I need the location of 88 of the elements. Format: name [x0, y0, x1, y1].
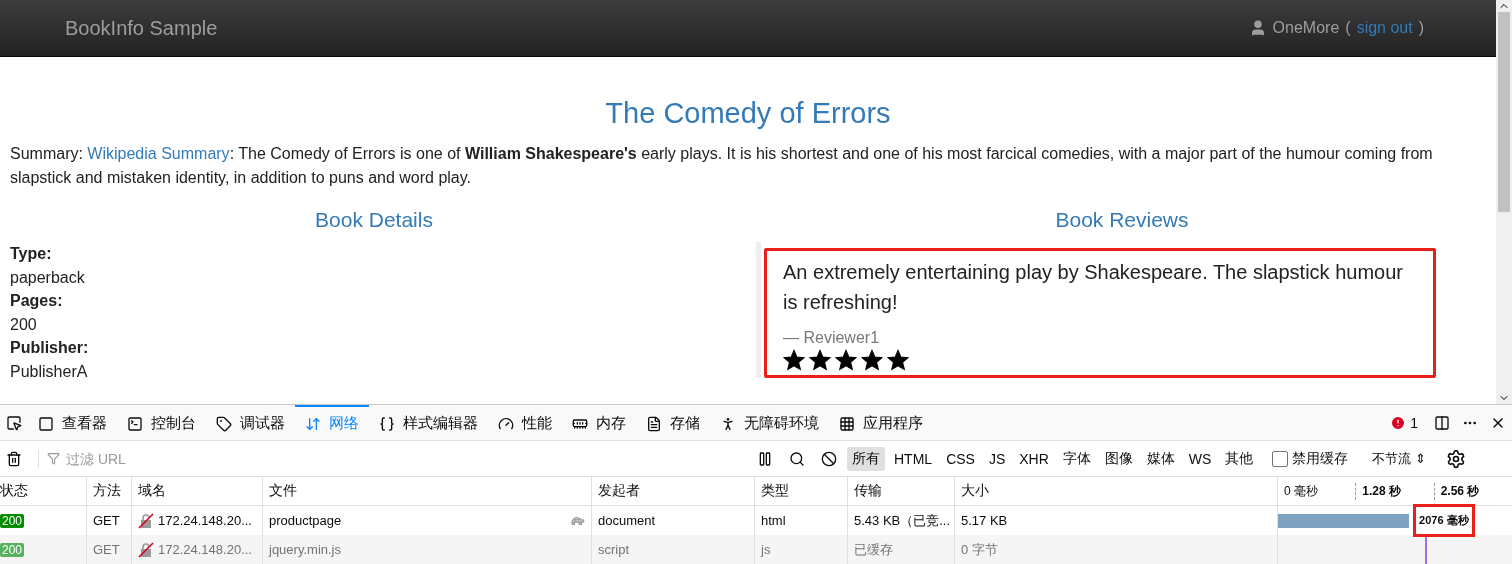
devtools-tab[interactable]: 样式编辑器 [369, 405, 488, 440]
settings-icon[interactable] [1446, 448, 1466, 469]
table-cell: 0 字节 [961, 540, 998, 559]
devtools-tab[interactable]: 性能 [488, 405, 562, 440]
insecure-lock-icon [138, 512, 154, 529]
star-icon [861, 349, 883, 371]
user-name: OneMore [1272, 19, 1340, 37]
filter-field[interactable]: 过滤 URL [64, 449, 747, 468]
timing-label: 2076 毫秒 [1413, 504, 1475, 537]
picker-icon[interactable] [6, 414, 22, 431]
field-value: PublisherA [10, 361, 89, 382]
reviewer-name: — Reviewer1 [783, 329, 881, 347]
table-cell: 5.17 KB [961, 513, 1008, 528]
terminal-icon [127, 415, 143, 432]
table-cell: script [598, 542, 630, 557]
wikipedia-link[interactable]: Wikipedia Summary [87, 145, 230, 162]
field-value: 200 [10, 314, 38, 335]
table-cell: document [598, 513, 656, 528]
type-filter-button[interactable]: XHR [1014, 447, 1054, 470]
section-heading: Book Details [314, 208, 434, 232]
braces-icon [379, 415, 395, 432]
summary-text: Summary: Wikipedia Summary: The Comedy of Errors is one of William Shakespeare's early plays. It is his shortest and one of his most farcical comedies, with a major part of the humour coming from slapstick and mistaken identity, in addition to puns and word play. [10, 144, 1434, 188]
filter-icon [47, 452, 60, 465]
document-icon [646, 415, 662, 432]
review-text: An extremely entertaining play by Shakespeare. The slapstick humour is refreshing! [783, 260, 1404, 315]
tag-icon [216, 415, 232, 432]
table-cell: productpage [269, 513, 342, 528]
square-icon [38, 415, 54, 432]
error-count[interactable]: 1 [1410, 414, 1418, 431]
paren: ( [1345, 19, 1351, 37]
book-title: The Comedy of Errors [604, 97, 892, 130]
field-label: Pages: [10, 291, 64, 311]
timeline-tick: 0 毫秒 [1283, 482, 1319, 500]
paren: ) [1418, 19, 1424, 37]
type-filter-button[interactable]: 字体 [1057, 446, 1096, 471]
throttle-select[interactable]: 不节流 ⇕ [1372, 449, 1426, 468]
type-filter-button[interactable]: WS [1183, 447, 1217, 470]
error-icon [1390, 414, 1407, 431]
type-filter-button[interactable]: 所有 [847, 446, 885, 471]
field-label: Publisher: [10, 338, 90, 358]
table-cell: 5.43 KB（已竞... [854, 511, 951, 530]
type-filter-button[interactable]: 其他 [1220, 446, 1259, 471]
trash-icon[interactable] [6, 450, 22, 467]
pause-icon[interactable] [757, 450, 773, 467]
status-badge: 200 [0, 542, 25, 557]
arrows-icon [305, 415, 321, 432]
section-heading: Book Reviews [1054, 208, 1190, 232]
star-icon [809, 349, 831, 371]
table-cell: GET [93, 513, 120, 528]
field-value: paperback [10, 267, 86, 288]
dock-icon[interactable] [1434, 414, 1450, 431]
devtools-tab[interactable]: 存储 [636, 405, 710, 440]
checkbox-label: 禁用缓存 [1292, 449, 1349, 468]
type-filter-button[interactable]: HTML [889, 447, 938, 470]
devtools-tab[interactable]: 查看器 [28, 405, 117, 440]
devtools-tab[interactable]: 网络 [295, 405, 369, 440]
block-icon[interactable] [821, 450, 837, 467]
table-cell: 已缓存 [854, 540, 893, 559]
table-cell: jquery.min.js [269, 542, 341, 557]
timeline-tick: 1.28 秒 [1355, 482, 1434, 500]
table-cell: 172.24.148.20... [158, 513, 252, 528]
type-filter-button[interactable]: 图像 [1099, 446, 1138, 471]
field-label: Type: [10, 244, 53, 264]
table-cell: js [761, 542, 771, 557]
timeline-tick: 2.56 秒 [1433, 482, 1512, 500]
insecure-lock-icon [138, 541, 154, 558]
star-icon [783, 349, 805, 371]
table-cell: 172.24.148.20... [158, 542, 252, 557]
gauge-icon [498, 415, 514, 432]
scrollbar-thumb[interactable] [1498, 12, 1510, 212]
brand-title[interactable]: BookInfo Sample [65, 16, 218, 40]
table-cell: GET [93, 542, 120, 557]
table-cell: html [761, 513, 786, 528]
devtools-tab[interactable]: 调试器 [206, 405, 295, 440]
checkbox[interactable] [1272, 450, 1289, 467]
devtools-tab[interactable]: 控制台 [117, 405, 206, 440]
person-icon [720, 415, 736, 432]
grid-icon [839, 415, 855, 432]
type-filter-button[interactable]: CSS [941, 447, 980, 470]
star-icon [835, 349, 857, 371]
type-filter-button[interactable]: JS [983, 447, 1011, 470]
devtools-tab[interactable]: 无障碍环境 [710, 405, 829, 440]
devtools-tab[interactable]: 应用程序 [829, 405, 933, 440]
search-icon[interactable] [789, 450, 805, 467]
star-icon [887, 349, 909, 371]
type-filter-button[interactable]: 媒体 [1141, 446, 1180, 471]
status-badge: 200 [0, 513, 25, 528]
devtools-tab[interactable]: 内存 [562, 405, 636, 440]
